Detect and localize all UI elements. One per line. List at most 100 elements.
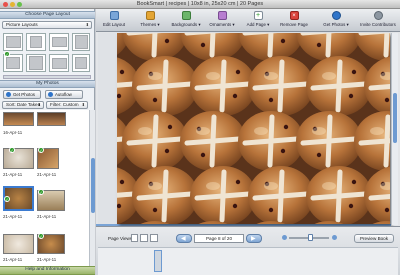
photo-thumbnail[interactable] — [3, 148, 34, 169]
check-icon: ✓ — [4, 196, 10, 202]
raisin — [348, 93, 354, 99]
photo-thumbnail[interactable] — [3, 234, 34, 254]
get-photos-tool[interactable]: Get Photos ▾ — [321, 10, 351, 31]
filter-dropdown[interactable]: Filter: Custom ⬍ — [46, 101, 88, 109]
page-thumbnail-strip — [98, 247, 398, 275]
sort-value: Sort: Date Taken — [6, 102, 41, 107]
chevron-updown-icon: ⬍ — [37, 102, 41, 107]
layout-thumb[interactable] — [49, 33, 69, 51]
bun-cross — [277, 169, 285, 223]
layout-thumb[interactable] — [26, 54, 46, 72]
tool-label: Ornaments ▾ — [209, 22, 235, 27]
help-footer[interactable]: Help and Information — [0, 266, 95, 275]
glaze-highlight — [254, 127, 268, 135]
raisin — [164, 38, 170, 44]
check-icon: ✓ — [4, 51, 10, 57]
window-title: BookSmart | recipes | 10x8 in, 25x20 cm … — [136, 1, 264, 7]
raisin — [268, 207, 274, 213]
left-panel: Choose Page Layout Picture Layouts ⬍ ✓ My… — [0, 9, 95, 275]
all-pages-view-button[interactable] — [150, 234, 158, 242]
glaze-highlight — [264, 182, 278, 190]
spread-view-button[interactable] — [140, 234, 148, 242]
glaze-highlight — [370, 127, 384, 135]
layout-thumb[interactable] — [72, 54, 90, 72]
autoflow-button[interactable]: Autoflow — [45, 90, 83, 99]
glaze-highlight — [322, 72, 336, 80]
add-page-tool[interactable]: + Add Page ▾ — [243, 10, 273, 31]
check-icon: ✓ — [38, 147, 44, 153]
bun-cross — [325, 114, 333, 168]
raisin — [235, 179, 241, 185]
glaze-highlight — [312, 127, 326, 135]
layout-type-dropdown[interactable]: Picture Layouts ⬍ — [2, 21, 92, 29]
raisin — [268, 97, 274, 103]
bun-cross — [161, 59, 169, 113]
remove-page-tool[interactable]: × Remove Page — [279, 10, 309, 31]
edit-layout-icon — [109, 11, 119, 20]
sort-dropdown[interactable]: Sort: Date Taken ⬍ — [2, 101, 44, 109]
tool-label: Remove Page — [280, 22, 308, 27]
raisin — [152, 97, 158, 103]
bun-cross — [219, 59, 227, 113]
layout-scrollbar[interactable] — [3, 75, 91, 79]
current-page-thumb[interactable] — [154, 250, 162, 272]
zoom-slider-thumb[interactable] — [308, 234, 313, 241]
chevron-updown-icon: ⬍ — [85, 22, 89, 27]
ornaments-tool[interactable]: Ornaments ▾ — [207, 10, 237, 31]
layout-thumb[interactable] — [26, 33, 46, 51]
left-gutter — [98, 33, 116, 225]
raisin — [280, 38, 286, 44]
invite-contributors-icon — [373, 11, 383, 20]
bun-cross — [335, 59, 343, 113]
tool-label: Backgrounds ▾ — [171, 22, 201, 27]
photo-list-scrollbar[interactable] — [89, 110, 95, 269]
arrow-right-icon: ▶ — [251, 236, 256, 242]
themes-tool[interactable]: Themes ▾ — [135, 10, 165, 31]
raisin — [283, 124, 289, 130]
get-photos-button[interactable]: Get Photos — [3, 90, 41, 99]
invite-contributors-tool[interactable]: Invite Contributors — [359, 10, 397, 31]
bun-cross — [151, 114, 159, 168]
raisin — [200, 152, 206, 158]
photo-date: 21-Apr-11 — [37, 172, 57, 177]
edit-layout-tool[interactable]: Edit Layout — [99, 10, 129, 31]
themes-icon — [145, 11, 155, 20]
next-page-button[interactable]: ▶ — [246, 234, 262, 243]
photo-thumbnail[interactable] — [37, 112, 66, 126]
layout-thumb[interactable] — [72, 33, 90, 51]
photo-thumbnail[interactable] — [3, 112, 34, 126]
zoom-in-icon[interactable] — [332, 235, 337, 240]
page-vertical-scrollbar[interactable] — [391, 33, 398, 225]
tool-label: Add Page ▾ — [246, 22, 270, 27]
scroll-thumb[interactable] — [393, 93, 397, 143]
photo-date: 16-Apr-11 — [3, 130, 23, 135]
backgrounds-icon — [181, 11, 191, 20]
preview-book-button[interactable]: Preview Book — [354, 234, 394, 243]
bun-cross — [325, 33, 332, 58]
glaze-highlight — [148, 72, 162, 80]
layout-thumb[interactable] — [3, 33, 23, 51]
book-page[interactable] — [117, 33, 390, 224]
autoflow-label: Autoflow — [55, 92, 72, 97]
tool-label: Invite Contributors — [360, 22, 396, 27]
zoom-out-icon[interactable] — [282, 235, 287, 240]
bun-cross — [335, 169, 343, 223]
scroll-thumb[interactable] — [91, 158, 95, 213]
hot-cross-buns-photo[interactable] — [117, 33, 390, 224]
layout-thumb[interactable] — [49, 54, 69, 72]
raisin — [384, 207, 390, 213]
get-photos-icon — [331, 11, 341, 20]
raisin — [235, 69, 241, 75]
previous-page-button[interactable]: ◀ — [176, 234, 192, 243]
autoflow-icon — [48, 92, 53, 97]
glaze-highlight — [322, 182, 336, 190]
raisin — [164, 148, 170, 154]
glaze-highlight — [196, 127, 210, 135]
get-photos-label: Get Photos — [13, 92, 35, 97]
raisin — [280, 148, 286, 154]
raisin — [119, 179, 125, 185]
backgrounds-tool[interactable]: Backgrounds ▾ — [171, 10, 201, 31]
bun-cross — [277, 59, 285, 113]
single-page-view-button[interactable] — [131, 234, 138, 242]
zoom-slider[interactable] — [289, 234, 329, 241]
